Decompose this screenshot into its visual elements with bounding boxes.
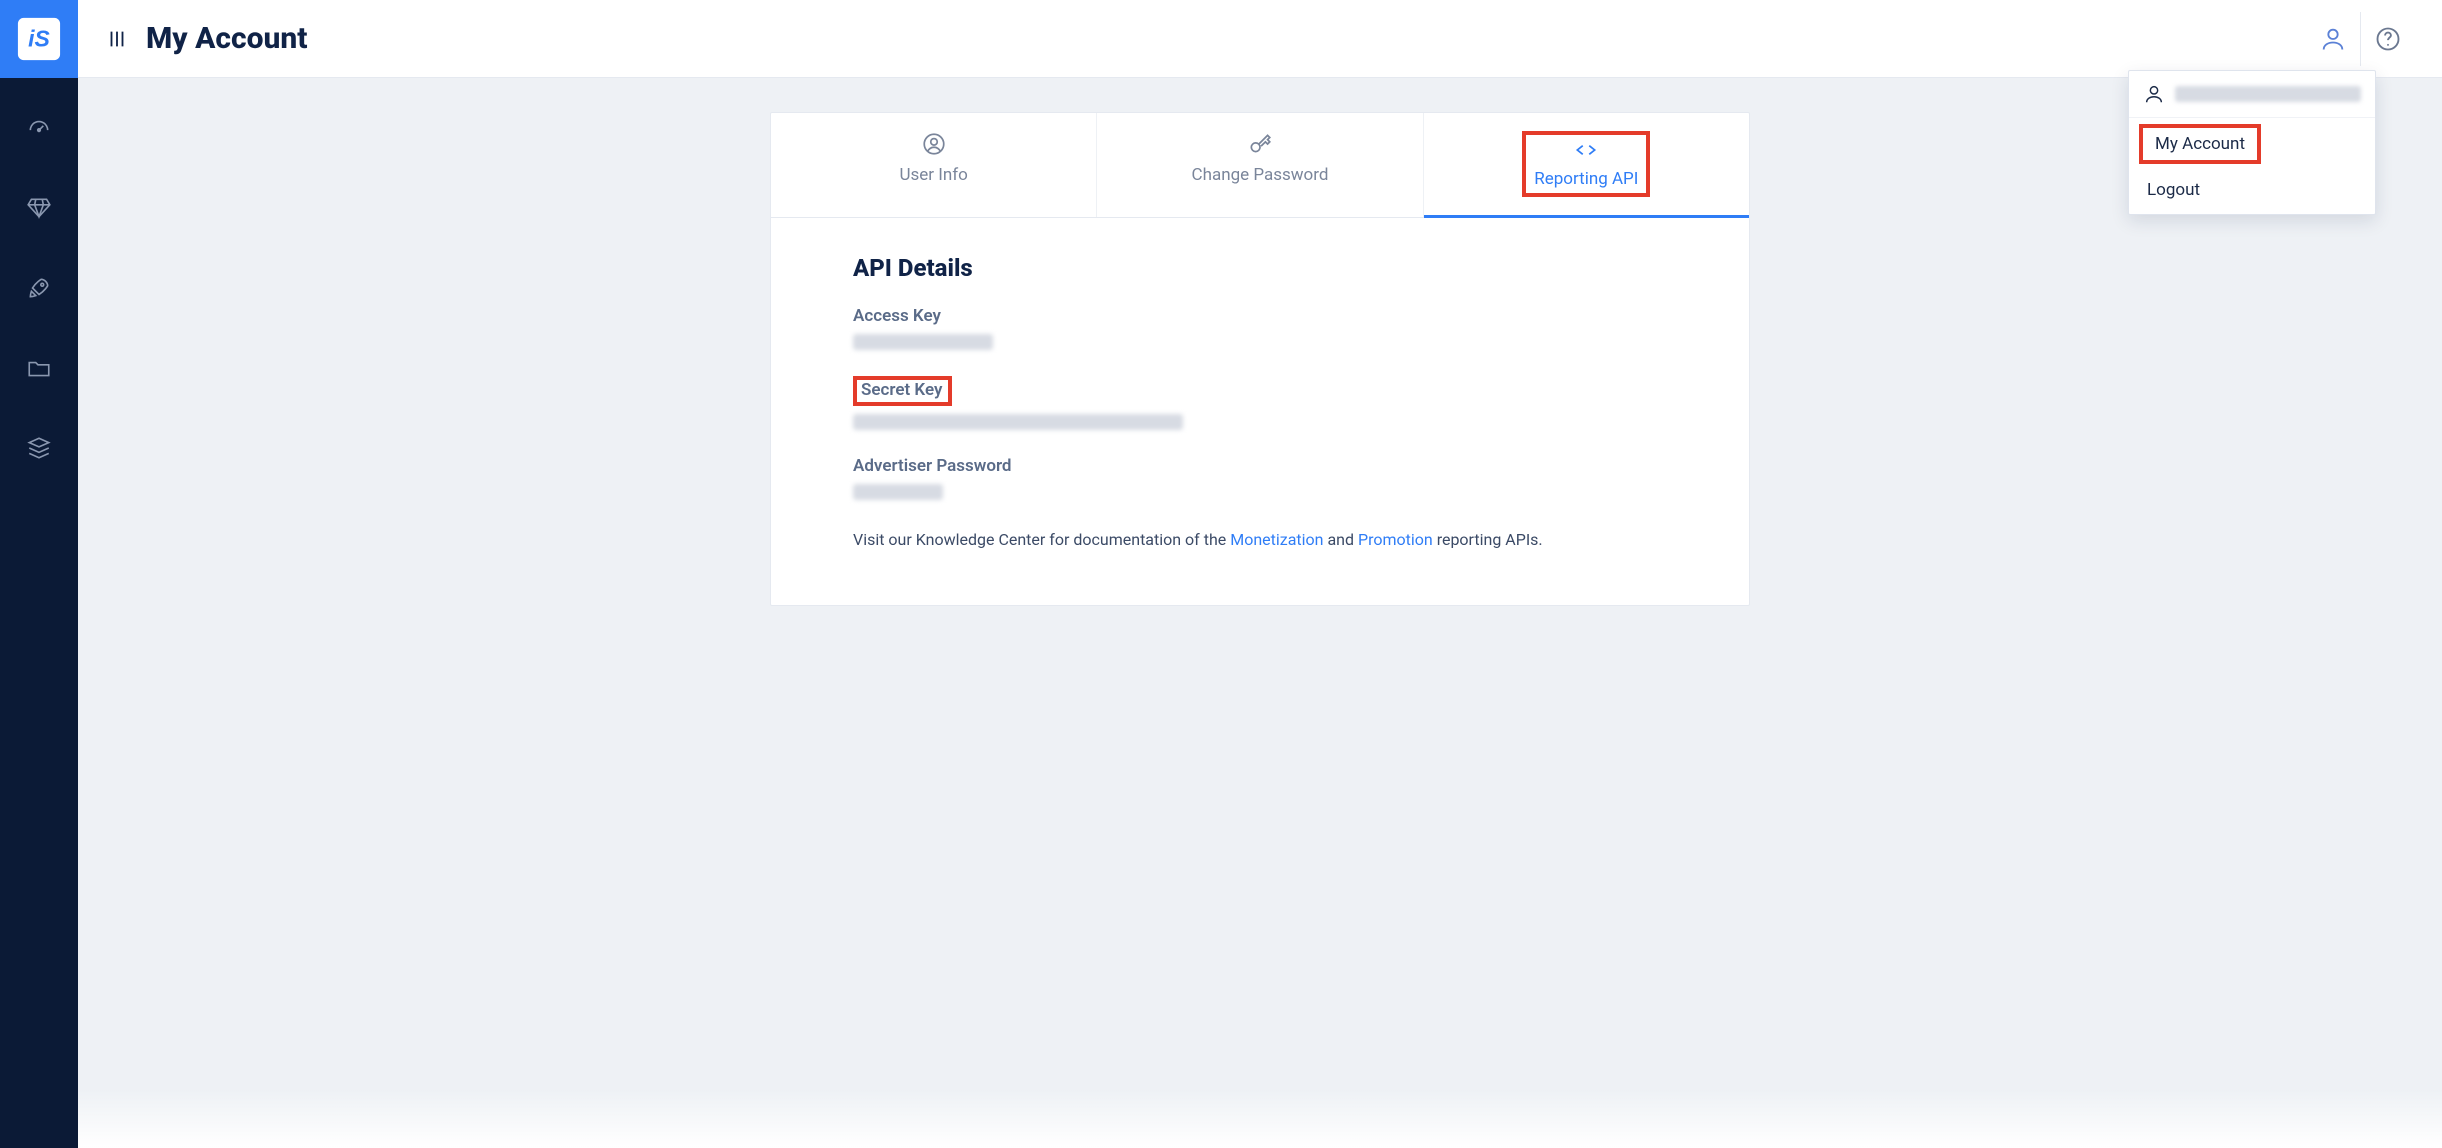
highlight-box-my-account: My Account (2139, 124, 2261, 164)
account-dropdown: My Account Logout (2128, 70, 2376, 215)
field-access-key: Access Key (853, 306, 1667, 350)
advertiser-password-redacted (853, 484, 943, 500)
help-icon (2374, 25, 2402, 53)
sidebar-item-monetize[interactable] (17, 186, 61, 230)
footnote-text: reporting APIs. (1433, 530, 1543, 549)
user-circle-icon (921, 131, 947, 157)
footnote-text: and (1323, 530, 1358, 549)
bottom-fade (78, 1088, 2442, 1148)
diamond-icon (26, 195, 52, 221)
field-label: Advertiser Password (853, 456, 1667, 476)
field-label: Secret Key (861, 380, 942, 400)
footnote-text: Visit our Knowledge Center for documenta… (853, 530, 1230, 549)
user-email-redacted (2175, 86, 2361, 102)
topbar: My Account My Account Logout (78, 0, 2442, 78)
tab-label: Reporting API (1534, 169, 1638, 189)
tab-label: Change Password (1107, 165, 1412, 185)
dropdown-user-row (2129, 71, 2375, 118)
field-label: Access Key (853, 306, 1667, 326)
section-heading: API Details (853, 254, 1667, 282)
tab-reporting-api[interactable]: Reporting API (1424, 113, 1749, 217)
link-promotion[interactable]: Promotion (1358, 530, 1433, 549)
key-icon (1247, 131, 1273, 157)
layers-icon (26, 435, 52, 461)
account-menu-button[interactable] (2306, 12, 2360, 66)
api-details-body: API Details Access Key Secret Key Advert… (771, 218, 1749, 605)
dropdown-item-logout[interactable]: Logout (2129, 166, 2375, 214)
link-monetization[interactable]: Monetization (1230, 530, 1323, 549)
highlight-box-secret-key: Secret Key (853, 376, 952, 406)
sidebar-item-promote[interactable] (17, 266, 61, 310)
sidebar-item-dashboard[interactable] (17, 106, 61, 150)
access-key-redacted (853, 334, 993, 350)
sidebar-item-stack[interactable] (17, 426, 61, 470)
tab-change-password[interactable]: Change Password (1097, 113, 1423, 217)
sidebar-item-apps[interactable] (17, 346, 61, 390)
field-secret-key: Secret Key (853, 376, 1667, 430)
tab-user-info[interactable]: User Info (771, 113, 1097, 217)
field-advertiser-password: Advertiser Password (853, 456, 1667, 500)
rocket-icon (26, 275, 52, 301)
is-logo-icon: iS (16, 16, 62, 62)
user-icon (2143, 83, 2165, 105)
gauge-icon (26, 115, 52, 141)
highlight-box-reporting-api: Reporting API (1522, 131, 1650, 197)
dropdown-item-my-account[interactable]: My Account (2143, 128, 2257, 160)
page-title: My Account (146, 21, 307, 56)
tabs: User Info Change Password Reporting API (771, 113, 1749, 218)
folder-icon (26, 355, 52, 381)
footnote: Visit our Knowledge Center for documenta… (853, 530, 1667, 549)
sidebar-toggle[interactable] (106, 28, 128, 50)
help-button[interactable] (2360, 12, 2414, 66)
code-icon (1573, 137, 1599, 163)
tab-label: User Info (781, 165, 1086, 185)
svg-text:iS: iS (28, 26, 50, 52)
columns-icon (106, 28, 128, 50)
secret-key-redacted (853, 414, 1183, 430)
sidebar: iS (0, 0, 78, 1148)
brand-logo[interactable]: iS (0, 0, 78, 78)
user-icon (2319, 25, 2347, 53)
account-panel: User Info Change Password Reporting API (770, 112, 1750, 606)
